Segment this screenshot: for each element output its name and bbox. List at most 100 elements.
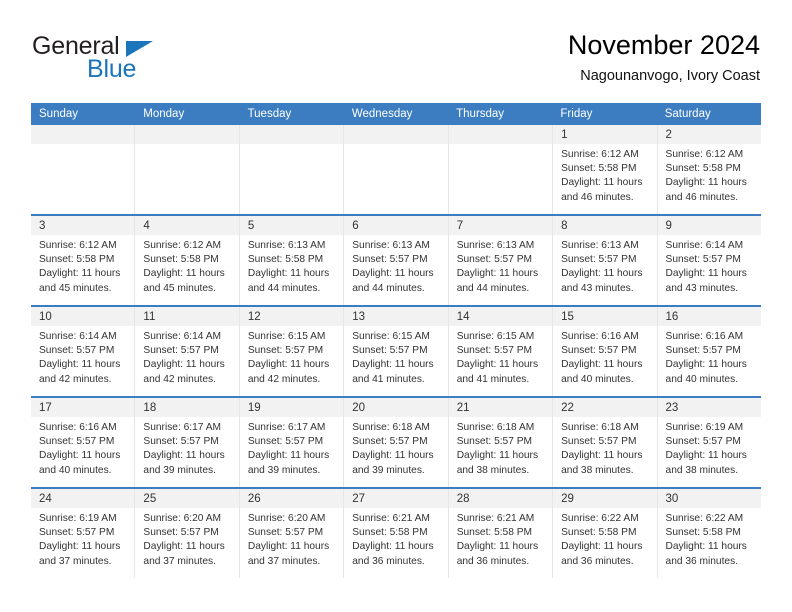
daylight-text-line2: and 37 minutes. <box>247 555 321 567</box>
daylight-text-line1: Daylight: 11 hours <box>39 268 121 280</box>
page-header: General Blue November 2024 Nagounanvogo,… <box>32 28 760 90</box>
calendar-day-cell[interactable]: 6 Sunrise: 6:13 AM Sunset: 5:57 PM Daylight… <box>344 216 449 305</box>
calendar-day-cell[interactable]: 9 Sunrise: 6:14 AM Sunset: 5:57 PM Daylight… <box>657 216 761 305</box>
sunrise-text: Sunrise: 6:15 AM <box>456 331 535 342</box>
day-number: 5 <box>247 220 255 232</box>
sunrise-text: Sunrise: 6:16 AM <box>39 422 117 433</box>
calendar-day-cell[interactable]: 21 Sunrise: 6:18 AM Sunset: 5:57 PM Dayligh… <box>448 398 554 487</box>
daylight-text-line1: Daylight: 11 hours <box>456 268 539 280</box>
sunset-text: Sunset: 5:57 PM <box>352 254 428 266</box>
sunset-text: Sunset: 5:57 PM <box>352 436 428 448</box>
day-details: Sunrise: 6:17 AM Sunset: 5:57 PM Daylight:… <box>240 417 343 478</box>
day-number-band: 23 <box>657 398 761 417</box>
calendar-day-cell[interactable]: 26 Sunrise: 6:20 AM Sunset: 5:57 PM Dayligh… <box>239 489 345 578</box>
sunrise-text: Sunrise: 6:15 AM <box>352 331 430 342</box>
sunrise-text: Sunrise: 6:13 AM <box>352 240 430 251</box>
day-number-band: 30 <box>657 489 761 508</box>
calendar-day-cell[interactable]: 15 Sunrise: 6:16 AM Sunset: 5:57 PM Dayligh… <box>553 307 658 396</box>
sunset-text: Sunset: 5:58 PM <box>352 527 428 539</box>
sunset-text: Sunset: 5:57 PM <box>665 254 741 266</box>
day-number: 4 <box>143 220 150 232</box>
calendar-day-cell[interactable]: 12 Sunrise: 6:15 AM Sunset: 5:57 PM Dayligh… <box>239 307 345 396</box>
sunrise-text: Sunrise: 6:14 AM <box>143 331 222 342</box>
calendar-day-cell[interactable]: 24 Sunrise: 6:19 AM Sunset: 5:57 PM Dayligh… <box>31 489 136 578</box>
sunset-text: Sunset: 5:57 PM <box>456 436 533 448</box>
day-number: 25 <box>143 493 157 505</box>
day-number-band <box>31 125 135 144</box>
daylight-text-line1: Daylight: 11 hours <box>665 177 747 189</box>
calendar-page: General Blue November 2024 Nagounanvogo,… <box>0 0 792 612</box>
calendar-day-cell[interactable]: 1 Sunrise: 6:12 AM Sunset: 5:58 PM Daylight… <box>553 125 658 214</box>
day-number-band: 19 <box>239 398 344 417</box>
calendar-day-cell[interactable]: 16 Sunrise: 6:16 AM Sunset: 5:57 PM Dayligh… <box>657 307 761 396</box>
daylight-text-line2: and 40 minutes. <box>561 373 634 385</box>
sunset-text: Sunset: 5:57 PM <box>247 345 324 357</box>
calendar-day-cell[interactable]: 30 Sunrise: 6:22 AM Sunset: 5:58 PM Dayligh… <box>657 489 761 578</box>
calendar-day-cell[interactable]: 11 Sunrise: 6:14 AM Sunset: 5:57 PM Dayligh… <box>135 307 240 396</box>
day-number-band: 4 <box>135 216 239 235</box>
daylight-text-line1: Daylight: 11 hours <box>665 359 747 371</box>
day-number-band: 24 <box>31 489 135 508</box>
calendar-day-cell[interactable]: 2 Sunrise: 6:12 AM Sunset: 5:58 PM Daylight… <box>657 125 761 214</box>
sunset-text: Sunset: 5:58 PM <box>665 527 741 539</box>
general-blue-logo[interactable]: General Blue <box>32 32 262 90</box>
calendar-day-cell[interactable]: 10 Sunrise: 6:14 AM Sunset: 5:57 PM Dayligh… <box>31 307 136 396</box>
daylight-text-line2: and 36 minutes. <box>352 555 425 567</box>
sunset-text: Sunset: 5:57 PM <box>456 345 533 357</box>
day-number: 20 <box>352 402 366 414</box>
calendar-day-cell[interactable]: 7 Sunrise: 6:13 AM Sunset: 5:57 PM Daylight… <box>448 216 554 305</box>
calendar-day-cell[interactable]: 20 Sunrise: 6:18 AM Sunset: 5:57 PM Dayligh… <box>344 398 449 487</box>
day-number: 26 <box>247 493 261 505</box>
day-number-band <box>448 125 553 144</box>
daylight-text-line1: Daylight: 11 hours <box>352 359 434 371</box>
calendar-day-cell[interactable]: 14 Sunrise: 6:15 AM Sunset: 5:57 PM Dayligh… <box>448 307 554 396</box>
daylight-text-line1: Daylight: 11 hours <box>143 268 225 280</box>
calendar-day-cell[interactable]: 28 Sunrise: 6:21 AM Sunset: 5:58 PM Dayligh… <box>448 489 554 578</box>
day-number-band: 8 <box>553 216 657 235</box>
daylight-text-line1: Daylight: 11 hours <box>247 359 330 371</box>
day-number: 9 <box>665 220 672 232</box>
calendar-day-cell[interactable]: 29 Sunrise: 6:22 AM Sunset: 5:58 PM Dayligh… <box>553 489 658 578</box>
daylight-text-line1: Daylight: 11 hours <box>247 268 330 280</box>
day-details: Sunrise: 6:16 AM Sunset: 5:57 PM Daylight:… <box>658 326 761 387</box>
sunset-text: Sunset: 5:58 PM <box>456 527 533 539</box>
calendar-day-cell[interactable]: 4 Sunrise: 6:12 AM Sunset: 5:58 PM Daylight… <box>135 216 240 305</box>
calendar-day-cell-empty <box>448 125 554 214</box>
daylight-text-line2: and 44 minutes. <box>456 282 530 294</box>
calendar-day-cell[interactable]: 5 Sunrise: 6:13 AM Sunset: 5:58 PM Daylight… <box>239 216 345 305</box>
sunrise-text: Sunrise: 6:17 AM <box>143 422 222 433</box>
daylight-text-line2: and 39 minutes. <box>143 464 216 476</box>
day-number-band <box>239 125 344 144</box>
calendar-day-cell[interactable]: 22 Sunrise: 6:18 AM Sunset: 5:57 PM Dayligh… <box>553 398 658 487</box>
calendar-day-cell[interactable]: 27 Sunrise: 6:21 AM Sunset: 5:58 PM Dayligh… <box>344 489 449 578</box>
daylight-text-line2: and 37 minutes. <box>39 555 112 567</box>
daylight-text-line2: and 41 minutes. <box>456 373 530 385</box>
calendar-day-cell[interactable]: 13 Sunrise: 6:15 AM Sunset: 5:57 PM Dayligh… <box>344 307 449 396</box>
daylight-text-line2: and 46 minutes. <box>665 191 739 203</box>
calendar-day-cell[interactable]: 3 Sunrise: 6:12 AM Sunset: 5:58 PM Daylight… <box>31 216 136 305</box>
calendar-day-cell[interactable]: 25 Sunrise: 6:20 AM Sunset: 5:57 PM Dayligh… <box>135 489 240 578</box>
day-details: Sunrise: 6:16 AM Sunset: 5:57 PM Daylight:… <box>553 326 656 387</box>
sunset-text: Sunset: 5:57 PM <box>561 254 637 266</box>
daylight-text-line2: and 42 minutes. <box>247 373 321 385</box>
weekday-header-tuesday: Tuesday <box>247 108 292 120</box>
sunset-text: Sunset: 5:57 PM <box>561 436 637 448</box>
day-details: Sunrise: 6:18 AM Sunset: 5:57 PM Daylight:… <box>449 417 552 478</box>
sunrise-text: Sunrise: 6:12 AM <box>561 149 639 160</box>
day-number: 15 <box>561 311 574 323</box>
calendar-week-row: 3 Sunrise: 6:12 AM Sunset: 5:58 PM Daylight… <box>31 214 761 305</box>
page-subtitle: Nagounanvogo, Ivory Coast <box>580 68 760 84</box>
daylight-text-line2: and 42 minutes. <box>143 373 216 385</box>
calendar-day-cell[interactable]: 23 Sunrise: 6:19 AM Sunset: 5:57 PM Dayligh… <box>657 398 761 487</box>
calendar-day-cell[interactable]: 18 Sunrise: 6:17 AM Sunset: 5:57 PM Dayligh… <box>135 398 240 487</box>
calendar-day-cell[interactable]: 17 Sunrise: 6:16 AM Sunset: 5:57 PM Dayligh… <box>31 398 136 487</box>
sunset-text: Sunset: 5:58 PM <box>561 527 637 539</box>
daylight-text-line1: Daylight: 11 hours <box>352 541 434 553</box>
day-number-band: 12 <box>239 307 344 326</box>
daylight-text-line2: and 40 minutes. <box>39 464 112 476</box>
sunset-text: Sunset: 5:58 PM <box>39 254 115 266</box>
calendar-day-cell[interactable]: 8 Sunrise: 6:13 AM Sunset: 5:57 PM Daylight… <box>553 216 658 305</box>
day-details: Sunrise: 6:22 AM Sunset: 5:58 PM Daylight:… <box>658 508 761 569</box>
sunrise-text: Sunrise: 6:20 AM <box>247 513 326 524</box>
calendar-day-cell[interactable]: 19 Sunrise: 6:17 AM Sunset: 5:57 PM Dayligh… <box>239 398 345 487</box>
